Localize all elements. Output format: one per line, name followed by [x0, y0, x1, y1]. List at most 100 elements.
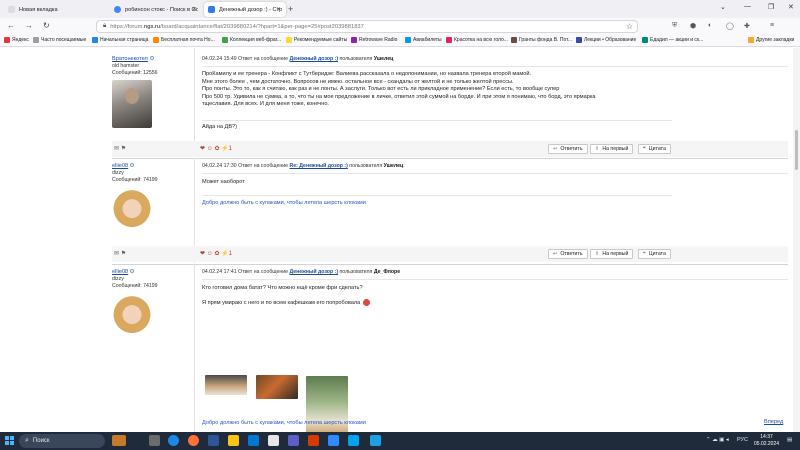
attached-photo[interactable] — [205, 375, 247, 395]
bookmark-item[interactable]: Яндекс — [4, 37, 29, 43]
new-tab-button[interactable]: + — [288, 4, 293, 14]
reactions-icon[interactable]: ❤ ☺ ✿ ⚡1 — [200, 145, 232, 152]
post-reply-label: Ответ на сообщение — [238, 56, 289, 62]
clock[interactable]: 14:37 05.02.2024 — [754, 434, 779, 448]
tab-label: Денежный дозор :) - Страниц... — [219, 6, 282, 13]
tray-icons[interactable]: ⌃ ☁ ▣ ◂ — [706, 437, 729, 443]
username-link[interactable]: ellie08 — [112, 163, 128, 169]
divider — [202, 279, 788, 280]
edadil-icon — [642, 37, 648, 43]
close-tab-icon[interactable]: ✕ — [276, 6, 281, 13]
bookmark-item[interactable]: Начальная страница — [92, 37, 148, 43]
office-icon[interactable] — [308, 435, 319, 446]
reply-button[interactable]: ↩ Ответить — [548, 249, 588, 259]
teams-icon[interactable] — [288, 435, 299, 446]
post-header: 04.02.24 17:41 Ответ на сообщение Денежн… — [202, 269, 400, 279]
gear-icon — [33, 37, 39, 43]
divider — [112, 264, 788, 265]
user-actions-icon[interactable]: ✉ ⚑ — [114, 145, 126, 152]
bookmark-item[interactable]: Коллекция веб-фраг... — [222, 37, 281, 43]
user-message-count: Сообщений: 74199 — [112, 177, 158, 183]
next-page-link[interactable]: Вперед — [764, 419, 783, 425]
thread-link[interactable]: Денежный дозор :) — [290, 56, 339, 62]
grant-icon — [511, 37, 517, 43]
task-view-icon[interactable] — [149, 435, 160, 446]
username-link[interactable]: ellie08 — [112, 269, 128, 275]
minimize-icon[interactable]: — — [744, 3, 751, 10]
post-body: Кто готовил дома батат? Что можно ещё кр… — [202, 285, 371, 307]
vpn-icon[interactable]: ◐ — [708, 22, 712, 29]
reactions-icon[interactable]: ❤ ☺ ✿ ⚡1 — [200, 250, 232, 257]
bookmark-star-icon[interactable]: ☆ — [626, 22, 633, 31]
scrollbar-thumb[interactable] — [795, 130, 798, 170]
search-highlight-icon[interactable] — [112, 435, 126, 446]
post-text-line: Я прям умираю с него и по всем кафешкам … — [202, 299, 361, 306]
up-icon: ⇧ — [595, 251, 600, 257]
search-icon: ⌕ — [25, 437, 29, 444]
navigation-bar: ← → ↻ 🔒︎ https://forum.ngs.ru/board/acqu… — [0, 18, 800, 35]
tab-new[interactable]: Новая вкладка — [4, 2, 108, 17]
to-first-button[interactable]: ⇧ На первый — [590, 249, 634, 259]
bookmark-item[interactable]: Лекции • Образование — [576, 37, 636, 43]
reply-button[interactable]: ↩ Ответить — [548, 144, 588, 154]
bookmark-item[interactable]: Часто посещаемые — [33, 37, 86, 43]
tab-favicon-icon — [8, 6, 15, 13]
thread-link[interactable]: Денежный дозор :) — [290, 269, 339, 275]
attached-photo[interactable] — [256, 375, 298, 399]
back-icon[interactable]: ← — [7, 21, 15, 30]
app-icon[interactable] — [370, 435, 381, 446]
bookmark-item[interactable]: Едадил — акции и ск... — [642, 37, 703, 43]
avatar[interactable] — [112, 187, 152, 235]
bookmark-item-other[interactable]: Другие закладки — [748, 37, 794, 43]
maximize-icon[interactable]: ❐ — [768, 3, 774, 11]
thread-link[interactable]: Re: Денежный дозор :) — [290, 163, 348, 169]
edge-icon[interactable] — [168, 435, 179, 446]
extension-icon[interactable]: ⬢ — [690, 22, 696, 30]
file-explorer-icon[interactable] — [228, 435, 239, 446]
divider — [194, 264, 195, 432]
account-icon[interactable]: ◯ — [726, 22, 734, 30]
reload-icon[interactable]: ↻ — [43, 21, 50, 30]
avatar[interactable] — [112, 293, 152, 341]
user-status-icon — [130, 269, 135, 274]
app-icon[interactable] — [328, 435, 339, 446]
to-first-button[interactable]: ⇧ На первый — [590, 144, 634, 154]
notifications-icon[interactable]: ▤ — [787, 437, 792, 443]
post-header: 04.02.24 17:30 Ответ на сообщение Re: Де… — [202, 163, 403, 173]
bookmark-item[interactable]: Гранты фонда В. Пот... — [511, 37, 572, 43]
post-signature: Добро должно быть с кулаками, чтобы лете… — [202, 420, 366, 428]
bookmark-item[interactable]: Retrowave Radio — [351, 37, 397, 43]
firefox-icon[interactable] — [188, 435, 199, 446]
word-icon[interactable] — [208, 435, 219, 446]
user-actions-icon[interactable]: ✉ ⚑ — [114, 250, 126, 257]
language-indicator[interactable]: РУС — [737, 437, 748, 443]
tab-google-search[interactable]: робинсон стокс - Поиск в Go... ✕ — [110, 2, 202, 17]
quote-button[interactable]: ❝ Цитата — [638, 249, 671, 259]
post-user-info: ellie08 dizzy Сообщений: 74199 — [112, 163, 194, 235]
close-tab-icon[interactable]: ✕ — [192, 6, 197, 13]
page-scrollbar[interactable] — [793, 48, 800, 432]
quote-button[interactable]: ❝ Цитата — [638, 144, 671, 154]
post-user-label: пользователя — [339, 269, 373, 275]
bookmark-item[interactable]: Рекомендуемые сайты — [286, 37, 347, 43]
app-icon[interactable] — [348, 435, 359, 446]
store-icon[interactable] — [248, 435, 259, 446]
mail-icon[interactable] — [268, 435, 279, 446]
tabs-list-icon[interactable]: ⌄ — [720, 3, 726, 11]
username-link[interactable]: Вратонекотел — [112, 56, 148, 62]
bookmark-item[interactable]: Бесплатная почта Но... — [153, 37, 215, 43]
avatar[interactable] — [112, 80, 152, 128]
shield-icon[interactable]: ⛨ — [672, 22, 677, 30]
tab-forum[interactable]: Денежный дозор :) - Страниц... ✕ — [204, 2, 286, 17]
user-status-icon — [130, 163, 135, 168]
menu-icon[interactable]: ≡ — [770, 22, 774, 29]
close-window-icon[interactable]: ✕ — [788, 3, 794, 11]
bookmark-item[interactable]: Авиабилеты — [405, 37, 442, 43]
forward-icon[interactable]: → — [25, 21, 33, 30]
puzzle-icon[interactable]: ✚ — [744, 22, 750, 30]
address-bar[interactable]: 🔒︎ https://forum.ngs.ru/board/acquaintan… — [96, 20, 638, 33]
taskbar-search[interactable]: ⌕ Поиск — [19, 434, 105, 448]
start-icon[interactable] — [5, 436, 14, 445]
browser-tab-bar: Новая вкладка робинсон стокс - Поиск в G… — [0, 0, 800, 18]
bookmark-item[interactable]: Красотка на всю голо... — [446, 37, 508, 43]
